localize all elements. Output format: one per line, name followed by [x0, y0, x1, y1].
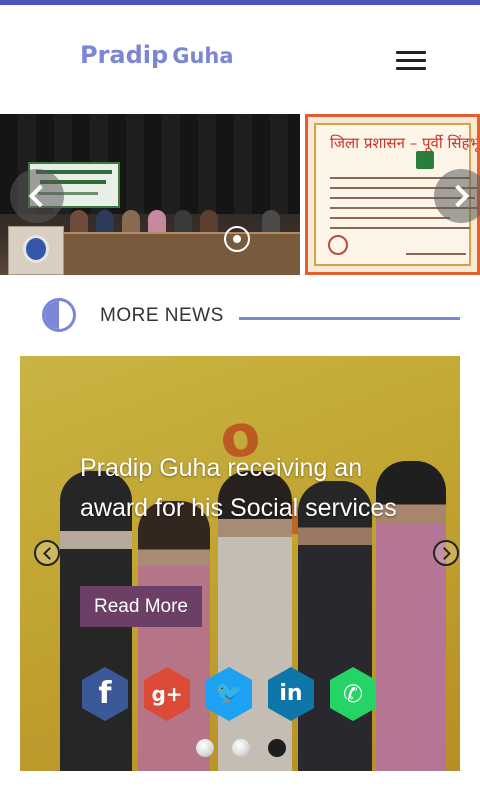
hamburger-menu-icon [396, 51, 426, 54]
pagination-dot-active[interactable] [268, 739, 286, 757]
pagination-dot[interactable] [196, 739, 214, 757]
read-more-button[interactable]: Read More [80, 586, 202, 627]
circle-chevron-left-icon[interactable] [34, 540, 60, 566]
carousel-indicator-ring [224, 226, 250, 252]
more-news-heading: MORE NEWS [0, 290, 480, 340]
logo-last-name: Guha [172, 44, 234, 68]
site-logo[interactable]: Pradip Guha [80, 41, 234, 69]
slider-pagination [196, 739, 286, 757]
news-card-slider[interactable]: o a Pradip Guha receiving an award for h… [20, 356, 460, 771]
facebook-icon[interactable]: f [80, 666, 130, 722]
more-news-title: MORE NEWS [100, 305, 224, 326]
stage-table [50, 234, 300, 275]
news-headline: Pradip Guha receiving an award for his S… [80, 454, 397, 522]
whatsapp-icon[interactable]: ✆ [328, 666, 378, 722]
heading-divider [239, 317, 460, 320]
carousel-slide-event-photo[interactable] [0, 114, 300, 275]
pagination-dot[interactable] [232, 739, 250, 757]
certificate-seal [328, 235, 348, 255]
circle-chevron-right-icon[interactable] [433, 540, 459, 566]
top-image-carousel[interactable]: जिला प्रशासन – पूर्वी सिंहभूम, ज [0, 114, 480, 275]
chevron-right-icon[interactable] [434, 169, 480, 223]
certificate-emblem-icon [416, 151, 434, 169]
site-header: Pradip Guha [0, 5, 480, 114]
certificate-title: जिला प्रशासन – पूर्वी सिंहभूम, ज [330, 134, 480, 152]
twitter-icon[interactable]: 🐦 [204, 666, 254, 722]
hamburger-menu-button[interactable] [396, 51, 426, 75]
social-share-bar: f g+ 🐦 in ✆ [80, 666, 380, 722]
linkedin-icon[interactable]: in [266, 666, 316, 722]
half-circle-icon [42, 298, 76, 332]
chevron-left-icon[interactable] [10, 169, 64, 223]
podium [8, 226, 64, 275]
google-plus-icon[interactable]: g+ [142, 666, 192, 722]
podium-emblem [23, 235, 49, 263]
logo-first-name: Pradip [80, 41, 169, 69]
